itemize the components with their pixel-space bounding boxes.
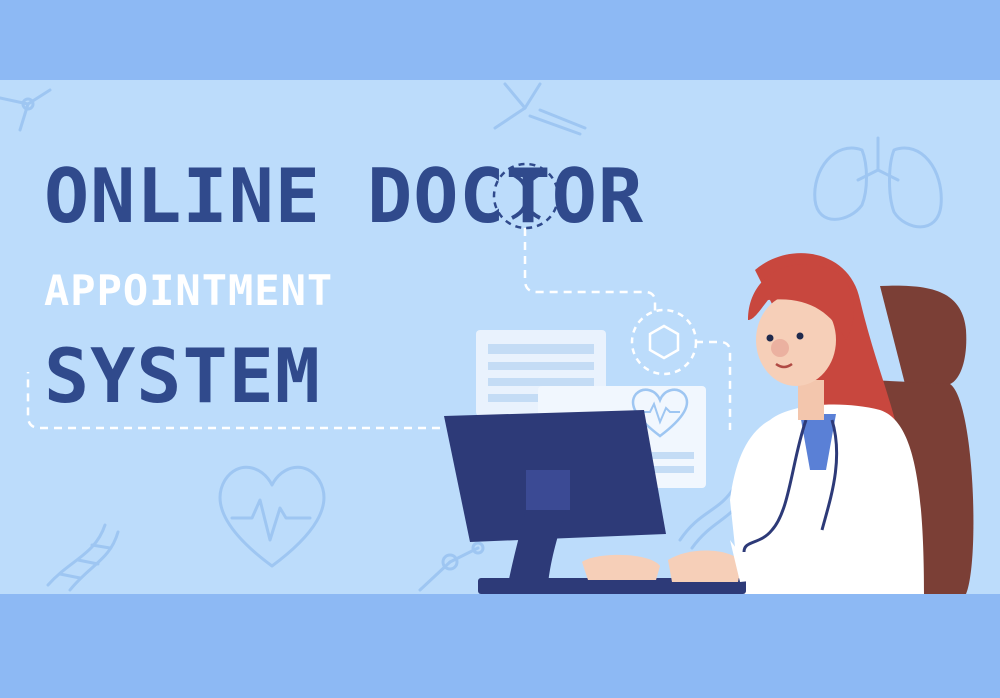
doctor-illustration: [444, 253, 974, 594]
banner: ONLINE DOCTOR APPOINTMENT SYSTEM: [0, 0, 1000, 698]
neck: [798, 380, 824, 420]
hands: [582, 540, 760, 582]
